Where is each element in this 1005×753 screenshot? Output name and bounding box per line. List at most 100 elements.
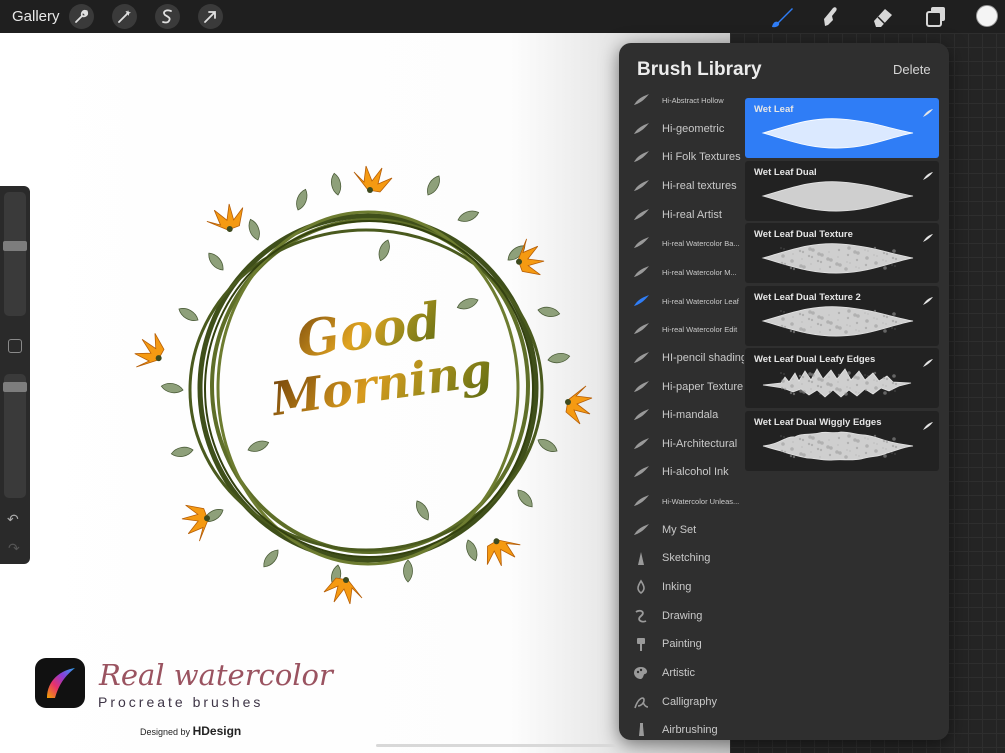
squiggle-icon	[632, 608, 650, 624]
brush-item[interactable]: Wet Leaf Dual Texture	[745, 223, 939, 283]
brush-source-icon	[923, 167, 933, 180]
brush-source-icon	[923, 417, 933, 430]
brush-set-item[interactable]: Hi-real Artist	[619, 202, 745, 230]
brush-set-label: Painting	[662, 638, 702, 651]
brush-set-label: Hi-geometric	[662, 122, 725, 135]
brush-icon[interactable]	[768, 3, 796, 31]
brush-name: Wet Leaf Dual Wiggly Edges	[754, 416, 882, 428]
credit-prefix: Designed by	[140, 727, 191, 737]
selection-s-icon[interactable]	[155, 4, 180, 29]
brush-set-item[interactable]: Hi-Watercolor Unleas...	[619, 488, 745, 516]
brush-set-item[interactable]: Calligraphy	[619, 689, 745, 717]
brush-size-thumb[interactable]	[3, 241, 27, 251]
brush-set-item[interactable]: Hi-real Watercolor Edit	[619, 316, 745, 344]
brush-stroke-icon	[632, 92, 650, 108]
brush-stroke-icon	[632, 522, 650, 538]
brush-set-label: Hi-real Watercolor Leaf	[662, 296, 739, 306]
brand-block: Real watercolor Procreate brushes Design…	[32, 655, 333, 745]
brush-set-label: Hi-alcohol Ink	[662, 466, 729, 479]
brush-set-label: Hi-real Artist	[662, 208, 722, 221]
brush-set-item[interactable]: Inking	[619, 574, 745, 602]
pencil-icon	[632, 550, 650, 566]
brush-set-item[interactable]: Drawing	[619, 603, 745, 631]
brush-source-icon	[923, 354, 933, 367]
brush-set-item[interactable]: Hi Folk Textures	[619, 144, 745, 172]
brush-stroke-icon	[632, 350, 650, 366]
brush-set-label: Hi-Watercolor Unleas...	[662, 497, 740, 507]
brush-stroke-icon	[632, 407, 650, 423]
modify-button[interactable]	[8, 339, 22, 353]
procreate-app: Good Morning Real watercolor Procreate b…	[0, 0, 1005, 753]
brush-stroke-icon	[632, 436, 650, 452]
brush-set-item[interactable]: HI-pencil shading	[619, 345, 745, 373]
brush-stroke-icon	[632, 121, 650, 137]
gallery-button[interactable]: Gallery	[12, 8, 60, 25]
brush-name: Wet Leaf	[754, 104, 794, 115]
redo-icon[interactable]: ↷	[8, 540, 20, 557]
brush-library-title: Brush Library	[637, 59, 762, 80]
brush-opacity-slider[interactable]	[3, 374, 27, 498]
brush-set-item[interactable]: Airbrushing	[619, 717, 745, 740]
left-sidebar: ↶ ↷	[0, 186, 30, 564]
calligraphy-a-icon	[632, 694, 650, 710]
brush-opacity-thumb[interactable]	[3, 382, 27, 392]
brush-name: Wet Leaf Dual Texture 2	[754, 291, 861, 303]
brush-set-label: Calligraphy	[662, 695, 718, 708]
brush-set-item[interactable]: My Set	[619, 517, 745, 545]
magic-wand-icon[interactable]	[112, 4, 137, 29]
brush-set-item[interactable]: Hi-Architectural	[619, 431, 745, 459]
greeting-text: Good Morning	[256, 285, 496, 464]
delete-button[interactable]: Delete	[893, 62, 931, 77]
brush-set-label: Airbrushing	[662, 724, 718, 737]
brush-set-item[interactable]: Hi-Abstract Hollow	[619, 87, 745, 115]
credit-name: HDesign	[192, 724, 242, 738]
top-toolbar: Gallery	[0, 0, 1005, 33]
brush-set-item[interactable]: Hi-real Watercolor Ba...	[619, 230, 745, 258]
brush-item[interactable]: Wet Leaf Dual Texture 2	[745, 285, 939, 346]
smudge-icon[interactable]	[817, 3, 845, 31]
brush-stroke-icon	[632, 493, 650, 509]
color-picker-button[interactable]	[976, 5, 998, 27]
brush-set-item[interactable]: Painting	[619, 631, 745, 659]
brush-stroke-icon	[632, 149, 650, 165]
brush-set-label: Hi-real Watercolor Edit	[662, 325, 738, 335]
brush-stroke-icon	[632, 379, 650, 395]
brush-size-slider[interactable]	[3, 192, 27, 316]
brush-set-item[interactable]: Hi-paper Texture	[619, 374, 745, 402]
brush-set-item[interactable]: Hi-mandala	[619, 402, 745, 430]
brand-title: Real watercolor	[99, 658, 333, 692]
brush-name: Wet Leaf Dual Leafy Edges	[754, 354, 876, 365]
brush-set-label: Sketching	[662, 552, 711, 565]
undo-icon[interactable]: ↶	[7, 511, 19, 528]
brush-set-item[interactable]: Hi-real Watercolor Leaf	[619, 288, 745, 316]
brush-set-item[interactable]: Hi-real Watercolor M...	[619, 259, 745, 287]
palette-icon	[632, 665, 650, 681]
brush-set-label: Inking	[662, 581, 692, 594]
brush-set-item[interactable]: Hi-real textures	[619, 173, 745, 201]
home-indicator[interactable]	[376, 744, 616, 747]
brush-source-icon	[923, 229, 933, 242]
brush-item[interactable]: Wet Leaf Dual Wiggly Edges	[745, 410, 939, 471]
brush-list: Wet Leaf Wet Leaf Dual Wet Leaf Dual Tex…	[745, 98, 939, 478]
brush-stroke-icon	[632, 264, 650, 280]
transform-arrow-icon[interactable]	[198, 4, 223, 29]
paint-brush-icon	[632, 636, 650, 652]
brush-set-item[interactable]: Hi-alcohol Ink	[619, 459, 745, 487]
brush-stroke-icon	[632, 464, 650, 480]
brush-set-label: Hi-Abstract Hollow	[662, 96, 724, 105]
brush-set-item[interactable]: Artistic	[619, 660, 745, 688]
brush-set-item[interactable]: Hi-geometric	[619, 116, 745, 144]
brush-item[interactable]: Wet Leaf Dual	[745, 160, 939, 221]
brush-set-item[interactable]: Sketching	[619, 545, 745, 573]
brush-item[interactable]: Wet Leaf Dual Leafy Edges	[745, 348, 939, 408]
layers-icon[interactable]	[922, 3, 950, 31]
wrench-icon[interactable]	[69, 4, 94, 29]
brush-set-label: Hi-Architectural	[662, 437, 738, 450]
brush-item[interactable]: Wet Leaf	[745, 98, 939, 158]
brush-name: Wet Leaf Dual	[754, 166, 817, 178]
brush-stroke-icon	[632, 235, 650, 251]
procreate-logo-icon	[35, 658, 85, 708]
brush-stroke-icon	[632, 321, 650, 337]
eraser-icon[interactable]	[869, 3, 897, 31]
brush-set-label: Artistic	[662, 667, 695, 679]
